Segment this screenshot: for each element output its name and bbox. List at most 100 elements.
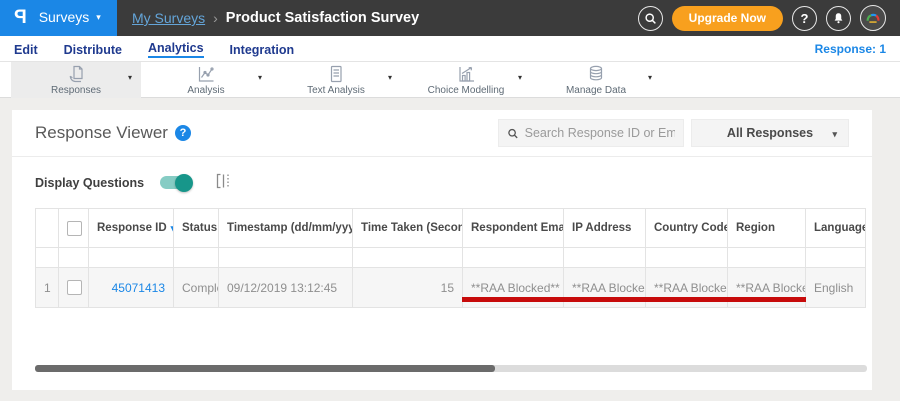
- header-ip-address: IP Address: [563, 208, 646, 248]
- filter-cell[interactable]: [352, 247, 463, 268]
- chevron-down-icon: ▾: [387, 73, 392, 82]
- annotation-highlight: [462, 297, 806, 302]
- header-country-code: Country Code: [645, 208, 728, 248]
- filter-cell[interactable]: [462, 247, 564, 268]
- table-controls: Display Questions: [12, 157, 872, 208]
- response-viewer-panel: Response Viewer ? All Responses ▾ Displa…: [12, 110, 872, 390]
- response-count-badge: Response: 1: [814, 41, 886, 56]
- response-id-link[interactable]: 45071413: [112, 281, 165, 295]
- panel-header: Response Viewer ? All Responses ▾: [12, 110, 872, 157]
- responses-table: Response ID▾ Status Timestamp (dd/mm/yyy…: [35, 208, 866, 308]
- cell-timestamp: 09/12/2019 13:12:45: [218, 267, 353, 308]
- search-icon: [645, 12, 656, 24]
- row-checkbox[interactable]: [67, 280, 82, 295]
- header-label: Country Code: [654, 222, 728, 234]
- upgrade-now-button[interactable]: Upgrade Now: [671, 5, 783, 31]
- display-questions-toggle[interactable]: [160, 173, 194, 192]
- panel-header-actions: All Responses ▾: [498, 119, 849, 147]
- search-input[interactable]: [524, 126, 675, 140]
- questionpro-logo-icon: P: [14, 6, 27, 28]
- product-switcher[interactable]: P Surveys ▾: [0, 0, 117, 36]
- freeze-columns-button[interactable]: [216, 173, 231, 192]
- cell-status: Completed: [173, 267, 219, 308]
- ribbon-item-manage-data[interactable]: Manage Data ▾: [531, 62, 661, 98]
- filter-cell[interactable]: [805, 247, 866, 268]
- cell-response-id: 45071413: [88, 267, 174, 308]
- response-search: [498, 119, 684, 147]
- chevron-down-icon: ▾: [832, 129, 837, 139]
- header-language: Language: [805, 208, 866, 248]
- scrollbar-thumb[interactable]: [35, 365, 495, 372]
- app-window: P Surveys ▾ My Surveys › Product Satisfa…: [0, 0, 900, 401]
- header-label: Status: [182, 222, 218, 234]
- user-avatar[interactable]: [860, 5, 886, 31]
- filter-cell[interactable]: [88, 247, 174, 268]
- header-response-id[interactable]: Response ID▾: [88, 208, 174, 248]
- display-questions-label: Display Questions: [35, 175, 145, 190]
- topbar-actions: Upgrade Now ?: [637, 5, 900, 31]
- responses-filter-dropdown[interactable]: All Responses ▾: [691, 119, 849, 147]
- ribbon-item-responses[interactable]: Responses ▾: [11, 62, 141, 98]
- analysis-icon: [198, 67, 214, 82]
- responses-table-wrap: Response ID▾ Status Timestamp (dd/mm/yyy…: [35, 208, 866, 308]
- search-button[interactable]: [637, 5, 663, 31]
- help-icon[interactable]: ?: [174, 125, 191, 141]
- header-select-all: [58, 208, 89, 248]
- header-timestamp[interactable]: Timestamp (dd/mm/yyyy)⇅: [218, 208, 353, 248]
- header-row-number: [35, 208, 59, 248]
- analytics-ribbon: Responses ▾ Analysis ▾ Text Analysis ▾ C…: [0, 61, 900, 98]
- horizontal-scrollbar[interactable]: [35, 365, 867, 372]
- header-label: Language: [814, 222, 866, 234]
- tab-integration[interactable]: Integration: [230, 41, 295, 57]
- cell-language: English: [805, 267, 866, 308]
- tab-analytics[interactable]: Analytics: [147, 39, 204, 58]
- header-time-taken[interactable]: Time Taken (Seconds)⇅: [352, 208, 463, 248]
- notifications-button[interactable]: [826, 5, 851, 31]
- header-status: Status: [173, 208, 219, 248]
- toggle-knob: [175, 173, 194, 192]
- header-label: IP Address: [572, 222, 632, 234]
- header-label: Respondent Email: [471, 222, 564, 234]
- breadcrumb: My Surveys › Product Satisfaction Survey: [132, 10, 419, 26]
- text-analysis-icon: [330, 65, 342, 83]
- breadcrumb-my-surveys[interactable]: My Surveys: [132, 10, 205, 26]
- product-menu-label: Surveys: [38, 9, 90, 25]
- filter-cell[interactable]: [563, 247, 646, 268]
- ribbon-label: Text Analysis: [307, 85, 365, 96]
- chevron-down-icon: ▾: [517, 73, 522, 82]
- survey-tabs: Edit Distribute Analytics Integration Re…: [0, 36, 900, 61]
- chevron-down-icon: ▾: [647, 73, 652, 82]
- header-respondent-email: Respondent Email: [462, 208, 564, 248]
- breadcrumb-separator-icon: ›: [213, 10, 218, 26]
- filter-cell[interactable]: [218, 247, 353, 268]
- ribbon-label: Manage Data: [565, 85, 627, 96]
- panel-title: Response Viewer: [35, 123, 168, 142]
- topbar: P Surveys ▾ My Surveys › Product Satisfa…: [0, 0, 900, 36]
- header-label: Response ID: [97, 222, 167, 234]
- filter-cell: [35, 247, 59, 268]
- filter-cell[interactable]: [645, 247, 728, 268]
- ribbon-label: Responses: [50, 85, 102, 96]
- header-label: Timestamp (dd/mm/yyyy): [227, 222, 353, 234]
- select-all-checkbox[interactable]: [67, 220, 82, 236]
- avatar-logo-icon: [866, 13, 880, 23]
- filter-cell: [58, 247, 89, 268]
- responses-filter-value: All Responses: [726, 126, 814, 140]
- manage-data-icon: [589, 65, 603, 81]
- chevron-down-icon: ▾: [257, 73, 262, 82]
- freeze-columns-icon: [216, 173, 229, 189]
- tab-edit[interactable]: Edit: [14, 41, 38, 57]
- help-button[interactable]: ?: [792, 5, 817, 31]
- ribbon-item-analysis[interactable]: Analysis ▾: [141, 62, 271, 98]
- bell-icon: [834, 12, 843, 23]
- search-icon: [508, 128, 518, 138]
- header-label: Time Taken (Seconds): [361, 222, 462, 234]
- ribbon-item-text-analysis[interactable]: Text Analysis ▾: [271, 62, 401, 98]
- ribbon-item-choice-modelling[interactable]: Choice Modelling ▾: [401, 62, 531, 98]
- tab-distribute[interactable]: Distribute: [64, 41, 122, 57]
- filter-cell[interactable]: [173, 247, 219, 268]
- filter-cell[interactable]: [727, 247, 806, 268]
- chevron-down-icon: ▾: [96, 11, 101, 22]
- row-number: 1: [35, 267, 59, 308]
- header-label: Region: [736, 222, 775, 234]
